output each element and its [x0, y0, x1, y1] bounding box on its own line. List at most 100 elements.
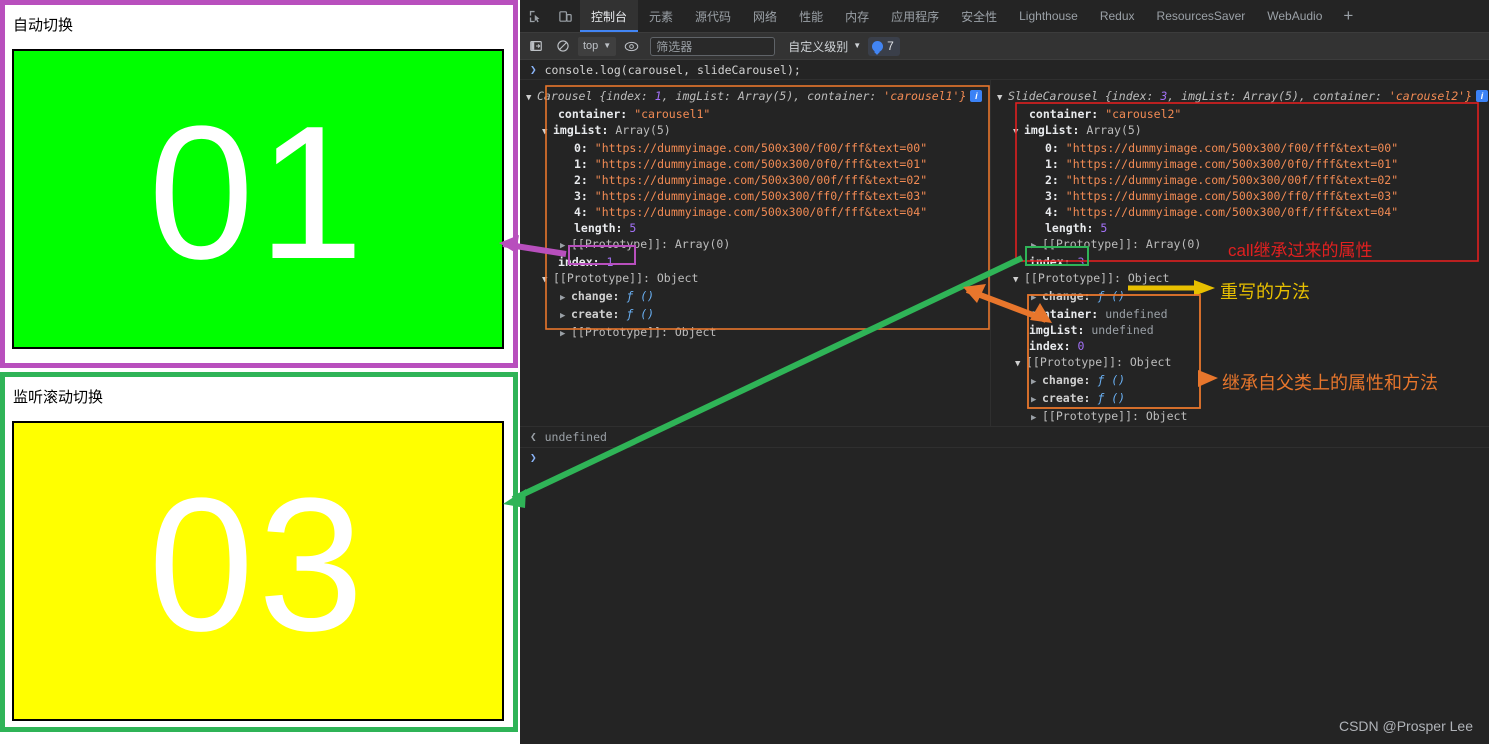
left-item-0: 0: "https://dummyimage.com/500x300/f00/f… — [526, 140, 990, 156]
tab-security[interactable]: 安全性 — [950, 0, 1008, 32]
disclosure-triangle-icon-proto2[interactable]: ▶ — [560, 326, 571, 342]
disclosure-triangle-icon-change[interactable]: ▶ — [560, 290, 571, 306]
left-object-summary[interactable]: ▼ Carousel {index: 1, imgList: Array(5), … — [526, 88, 990, 106]
disclosure-triangle-icon-imglist[interactable]: ▼ — [542, 124, 553, 140]
right-inner-change-line[interactable]: ▶ change: ƒ () — [997, 372, 1480, 390]
right-change-line[interactable]: ▶ change: ƒ () — [997, 288, 1480, 306]
left-summary-imglist-value: Array(5), — [737, 89, 801, 103]
tab-lighthouse[interactable]: Lighthouse — [1008, 0, 1089, 32]
tab-memory[interactable]: 内存 — [834, 0, 880, 32]
browser-page: 自动切换 01 监听滚动切换 03 — [0, 0, 520, 744]
tab-sources[interactable]: 源代码 — [684, 0, 742, 32]
left-change-line[interactable]: ▶ change: ƒ () — [526, 288, 990, 306]
left-item-1-index: 1: — [574, 157, 588, 171]
disclosure-triangle-icon-proto[interactable]: ▼ — [542, 272, 553, 288]
right-proto-array: [[Prototype]]: Array(0) — [1042, 237, 1202, 251]
info-icon-right[interactable]: i — [1476, 90, 1489, 102]
right-index-line: index: 3 — [997, 254, 1480, 270]
right-class-name: SlideCarousel — [1008, 89, 1099, 103]
tab-application[interactable]: 应用程序 — [880, 0, 950, 32]
devtools-panel: 控制台 元素 源代码 网络 性能 内存 应用程序 安全性 Lighthouse … — [520, 0, 1489, 744]
chevron-down-icon-level: ▼ — [853, 41, 862, 50]
left-change-fn: ƒ () — [626, 289, 655, 303]
disclosure-triangle-icon-r-inner-create[interactable]: ▶ — [1031, 392, 1042, 408]
left-item-2-url: "https://dummyimage.com/500x300/00f/fff&… — [594, 173, 928, 187]
right-inner-create-line[interactable]: ▶ create: ƒ () — [997, 390, 1480, 408]
right-inner-create-key: create: — [1042, 391, 1091, 405]
add-tab-button[interactable]: + — [1333, 0, 1363, 32]
right-container-line: container: "carousel2" — [997, 106, 1480, 122]
speech-bubble-icon — [872, 40, 884, 52]
tab-webaudio[interactable]: WebAudio — [1256, 0, 1333, 32]
right-object-tree: ▼ SlideCarousel {index: 3, imgList: Array… — [990, 80, 1489, 426]
right-index-value: 3 — [1077, 255, 1085, 269]
disclosure-triangle-icon-r[interactable]: ▼ — [997, 90, 1008, 106]
log-level-select[interactable]: 自定义级别 ▼ — [784, 37, 865, 56]
right-length-line: length: 5 — [997, 220, 1480, 236]
right-inner-proto-object: [[Prototype]]: Object — [1026, 355, 1172, 369]
live-expression-icon[interactable] — [619, 36, 643, 57]
carousel-auto[interactable]: 01 — [12, 49, 504, 349]
filter-input[interactable]: 筛选器 — [650, 36, 776, 56]
carousel-scroll[interactable]: 03 — [12, 421, 504, 721]
right-inner-proto-line[interactable]: ▼ [[Prototype]]: Object — [997, 354, 1480, 372]
tab-network[interactable]: 网络 — [742, 0, 788, 32]
left-proto-object-line[interactable]: ▼ [[Prototype]]: Object — [526, 270, 990, 288]
disclosure-triangle-icon-create[interactable]: ▶ — [560, 308, 571, 324]
prompt-chevron-icon: ❯ — [530, 63, 537, 76]
disclosure-triangle-icon-r-inner-change[interactable]: ▶ — [1031, 374, 1042, 390]
right-summary-imglist-value: Array(5), — [1243, 89, 1306, 103]
tab-elements[interactable]: 元素 — [638, 0, 684, 32]
console-sidebar-icon[interactable] — [524, 36, 548, 57]
right-item-3-url: "https://dummyimage.com/500x300/ff0/fff&… — [1065, 189, 1399, 203]
disclosure-triangle-icon-r-proto[interactable]: ▼ — [1013, 272, 1024, 288]
clear-console-icon[interactable] — [551, 36, 575, 57]
console-input-row[interactable]: ❯ — [520, 448, 1489, 468]
right-proto-object-line[interactable]: ▼ [[Prototype]]: Object — [997, 270, 1480, 288]
disclosure-triangle-icon-r-inner-proto[interactable]: ▼ — [1015, 356, 1026, 372]
tab-redux[interactable]: Redux — [1089, 0, 1146, 32]
disclosure-triangle-icon-r-inner-proto2[interactable]: ▶ — [1031, 410, 1042, 426]
screenshot-root: 自动切换 01 监听滚动切换 03 控制台 元素 源代码 网络 性能 内存 应用… — [0, 0, 1489, 744]
carousel-scroll-label: 03 — [148, 459, 368, 671]
right-object-summary[interactable]: ▼ SlideCarousel {index: 3, imgList: Array… — [997, 88, 1489, 106]
tab-performance[interactable]: 性能 — [788, 0, 834, 32]
right-imglist-line[interactable]: ▼ imgList: Array(5) — [997, 122, 1480, 140]
right-index-key: index: — [1029, 255, 1071, 269]
right-item-1-url: "https://dummyimage.com/500x300/0f0/fff&… — [1065, 157, 1399, 171]
left-summary-container-key: container: — [807, 89, 877, 103]
disclosure-triangle-icon[interactable]: ▼ — [526, 90, 537, 106]
left-change-key: change: — [571, 289, 620, 303]
left-imglist-line[interactable]: ▼ imgList: Array(5) — [526, 122, 990, 140]
tab-console[interactable]: 控制台 — [580, 0, 639, 32]
tab-resourcessaver[interactable]: ResourcesSaver — [1146, 0, 1257, 32]
disclosure-triangle-icon-r-change[interactable]: ▶ — [1031, 290, 1042, 306]
left-item-3-url: "https://dummyimage.com/500x300/ff0/fff&… — [594, 189, 928, 203]
left-item-1: 1: "https://dummyimage.com/500x300/0f0/f… — [526, 156, 990, 172]
console-command-row: ❯ console.log(carousel, slideCarousel); — [520, 61, 1489, 80]
left-container-value: "carousel1" — [634, 107, 711, 121]
right-item-2-url: "https://dummyimage.com/500x300/00f/fff&… — [1065, 173, 1399, 187]
disclosure-triangle-icon-proto-array[interactable]: ▶ — [560, 238, 571, 254]
left-create-line[interactable]: ▶ create: ƒ () — [526, 306, 990, 324]
devtools-tabbar: 控制台 元素 源代码 网络 性能 内存 应用程序 安全性 Lighthouse … — [520, 0, 1489, 33]
right-item-3: 3: "https://dummyimage.com/500x300/ff0/f… — [997, 188, 1480, 204]
device-toolbar-icon[interactable] — [550, 0, 580, 32]
disclosure-triangle-icon-r-imglist[interactable]: ▼ — [1013, 124, 1024, 140]
right-inner-proto-2-line[interactable]: ▶ [[Prototype]]: Object — [997, 408, 1480, 426]
right-summary-imglist-key: imgList: — [1181, 89, 1237, 103]
execution-context-select[interactable]: top ▼ — [578, 36, 617, 56]
right-summary-container-key: container: — [1312, 89, 1382, 103]
issues-badge[interactable]: 7 — [868, 36, 900, 56]
right-proto-array-line[interactable]: ▶ [[Prototype]]: Array(0) — [997, 236, 1480, 254]
inspect-element-icon[interactable] — [520, 0, 550, 32]
right-item-2-index: 2: — [1045, 173, 1059, 187]
demo-panel-auto: 自动切换 01 — [0, 0, 518, 368]
left-proto-array-line[interactable]: ▶ [[Prototype]]: Array(0) — [526, 236, 990, 254]
info-icon[interactable]: i — [970, 90, 983, 102]
left-summary-index-key: index: — [606, 89, 648, 103]
right-change-key: change: — [1042, 289, 1091, 303]
left-proto-object-2-line[interactable]: ▶ [[Prototype]]: Object — [526, 324, 990, 342]
disclosure-triangle-icon-r-proto-array[interactable]: ▶ — [1031, 238, 1042, 254]
right-item-0: 0: "https://dummyimage.com/500x300/f00/f… — [997, 140, 1480, 156]
